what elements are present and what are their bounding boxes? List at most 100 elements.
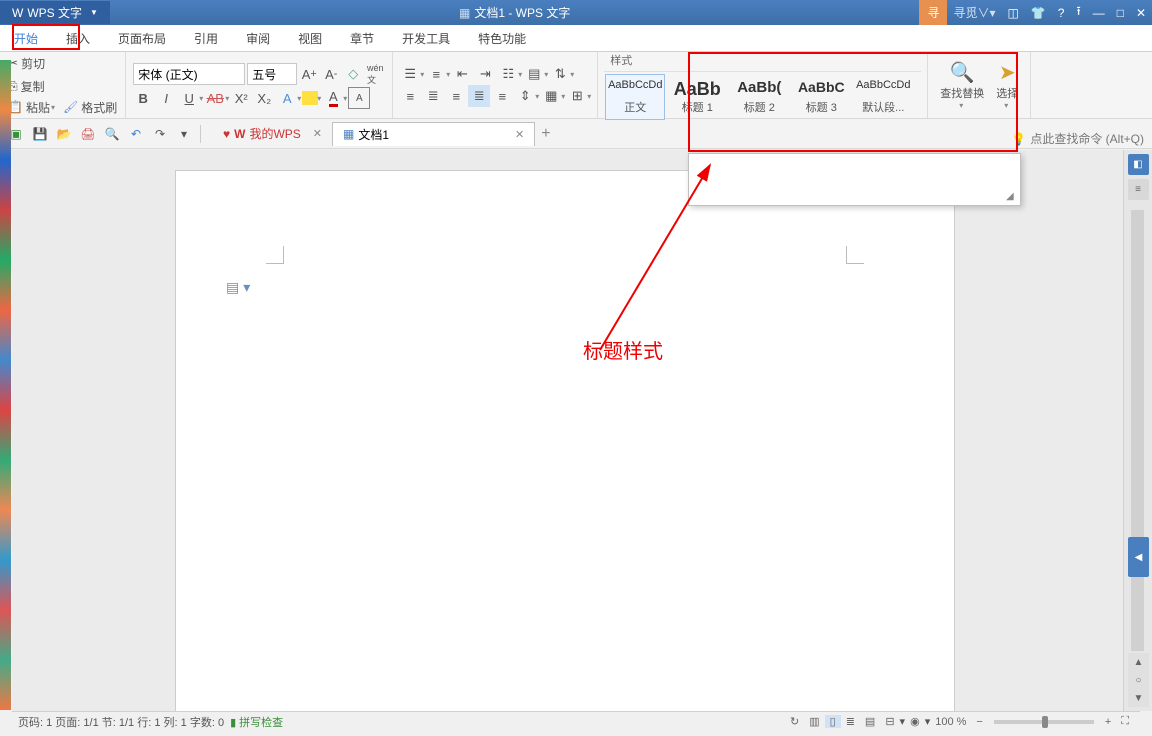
format-painter-button[interactable]: 🖌格式刷 (61, 97, 119, 118)
tab-references[interactable]: 引用 (180, 25, 232, 52)
tshirt-icon[interactable]: 👕 (1025, 6, 1052, 20)
redo-button[interactable]: ↷ (149, 123, 171, 145)
zoom-in-button[interactable]: + (1100, 716, 1116, 728)
close-tab-icon[interactable]: ✕ (515, 128, 524, 141)
indent-left-button[interactable]: ⇤ (451, 63, 473, 85)
minimize-button[interactable]: ― (1087, 6, 1111, 20)
underline-button[interactable]: U (178, 87, 200, 109)
font-color-button[interactable]: A (322, 87, 344, 109)
tab-home[interactable]: 开始 (0, 25, 52, 52)
status-section[interactable]: 节: 1/1 (102, 714, 134, 730)
align-distribute-button[interactable]: ≡ (491, 85, 513, 107)
indent-right-button[interactable]: ⇥ (474, 63, 496, 85)
zoom-thumb[interactable] (1042, 716, 1048, 728)
qat-more-button[interactable]: ▾ (173, 123, 195, 145)
print-button[interactable]: 🖨 (77, 123, 99, 145)
bullet-list-button[interactable]: ☰ (399, 63, 421, 85)
scroll-up-button[interactable]: ▲ (1128, 653, 1149, 671)
bold-button[interactable]: B (132, 87, 154, 109)
align-right-button[interactable]: ≡ (445, 85, 467, 107)
style-heading3[interactable]: AaBbC标题 3 (791, 74, 851, 120)
shading-button[interactable]: ▦ (540, 85, 562, 107)
align-justify-button[interactable]: ≣ (468, 85, 490, 107)
status-spell[interactable]: ▮ 拼写检查 (230, 714, 283, 730)
tab-developer[interactable]: 开发工具 (388, 25, 464, 52)
tab-page-layout[interactable]: 页面布局 (104, 25, 180, 52)
view-web-button[interactable]: ▤ (860, 715, 880, 728)
zoom-slider[interactable] (994, 720, 1094, 724)
cut-button[interactable]: ✂剪切 (6, 53, 47, 74)
command-search-hint[interactable]: 💡 点此查找命令 (Alt+Q) (1011, 130, 1144, 147)
split-button[interactable]: ⊟ (880, 715, 899, 728)
tab-section[interactable]: 章节 (336, 25, 388, 52)
upload-icon[interactable]: ⭱ (1070, 2, 1086, 23)
zoom-label[interactable]: 100 % (930, 716, 971, 728)
zoom-out-button[interactable]: − (971, 716, 987, 728)
border-button[interactable]: ⊞ (566, 85, 588, 107)
scroll-thumb[interactable] (1131, 210, 1144, 651)
close-button[interactable]: ✕ (1130, 6, 1152, 20)
italic-button[interactable]: I (155, 87, 177, 109)
strike-button[interactable]: AB (204, 87, 226, 109)
para-spacing-button[interactable]: ⇕ (514, 85, 536, 107)
superscript-button[interactable]: X² (230, 87, 252, 109)
status-chars[interactable]: 字数: 0 (190, 714, 224, 730)
add-document-button[interactable]: + (541, 125, 550, 143)
copy-button[interactable]: ⎘复制 (6, 76, 47, 97)
subscript-button[interactable]: X₂ (253, 87, 275, 109)
char-border-button[interactable]: A (348, 87, 370, 109)
fullscreen-button[interactable]: ⛶ (1116, 715, 1134, 728)
home-tab[interactable]: ♥ W 我的WPS ✕ (213, 122, 332, 145)
view-outline-button[interactable]: ≣ (841, 715, 860, 728)
clear-format-button[interactable]: ◇ (342, 63, 364, 85)
styles-dropdown-panel[interactable]: ◢ (688, 153, 1021, 206)
tab-view[interactable]: 视图 (284, 25, 336, 52)
seek-label[interactable]: 寻觅∨▾ (947, 4, 1001, 21)
tab-insert[interactable]: 插入 (52, 25, 104, 52)
status-col[interactable]: 列: 1 (164, 714, 187, 730)
undo-button[interactable]: ↶ (125, 123, 147, 145)
align-center-button[interactable]: ≣ (422, 85, 444, 107)
grow-font-button[interactable]: A+ (298, 63, 320, 85)
char-effect-button[interactable]: A (276, 87, 298, 109)
scroll-down-button[interactable]: ▼ (1128, 689, 1149, 707)
shrink-font-button[interactable]: A- (320, 63, 342, 85)
paste-button[interactable]: 📋粘贴▾ (6, 97, 57, 118)
phonetic-guide-button[interactable]: wén文 (364, 63, 386, 85)
font-family-combo[interactable] (133, 63, 245, 85)
select-button[interactable]: ➤ 选择▾ (990, 54, 1024, 116)
open-button[interactable]: 📂 (53, 123, 75, 145)
align-left-button[interactable]: ≡ (399, 85, 421, 107)
rail-button-1[interactable]: ◧ (1128, 154, 1149, 175)
style-heading2[interactable]: AaBb(标题 2 (729, 74, 789, 120)
help-icon[interactable]: ? (1052, 6, 1071, 20)
style-body[interactable]: AaBbCcDd正文 (605, 74, 665, 120)
app-menu-button[interactable]: W WPS 文字 ▼ (0, 1, 110, 24)
style-default-para[interactable]: AaBbCcDd默认段... (853, 74, 913, 120)
tab-review[interactable]: 审阅 (232, 25, 284, 52)
skin-icon[interactable]: ◫ (1002, 6, 1025, 20)
font-size-combo[interactable] (247, 63, 297, 85)
number-list-button[interactable]: ≡ (425, 63, 447, 85)
find-replace-button[interactable]: 🔍 查找替换▾ (934, 54, 990, 116)
close-tab-icon[interactable]: ✕ (313, 127, 322, 140)
tab-special[interactable]: 特色功能 (464, 25, 540, 52)
rail-button-2[interactable]: ≡ (1128, 179, 1149, 200)
toc-button[interactable]: ☷ (497, 63, 519, 85)
page-nav-button[interactable]: ○ (1128, 671, 1149, 689)
save-button[interactable]: 💾 (29, 123, 51, 145)
eye-button[interactable]: ◉ (905, 715, 925, 728)
rail-button-3[interactable]: ◀ (1128, 537, 1149, 577)
view-read-button[interactable]: ▯ (825, 715, 841, 728)
maximize-button[interactable]: □ (1111, 6, 1130, 20)
print-preview-button[interactable]: 🔍 (101, 123, 123, 145)
highlight-button[interactable] (302, 91, 318, 105)
style-heading1[interactable]: AaBb标题 1 (667, 74, 727, 120)
page[interactable]: ▤▾ (175, 170, 955, 711)
linespacing-button[interactable]: ▤ (523, 63, 545, 85)
status-page-no[interactable]: 页码: 1 (18, 714, 52, 730)
status-page[interactable]: 页面: 1/1 (55, 714, 98, 730)
sort-button[interactable]: ⇅ (549, 63, 571, 85)
document-tab-1[interactable]: ▦ 文档1 ✕ (332, 122, 535, 146)
vertical-scrollbar[interactable] (1131, 210, 1144, 651)
